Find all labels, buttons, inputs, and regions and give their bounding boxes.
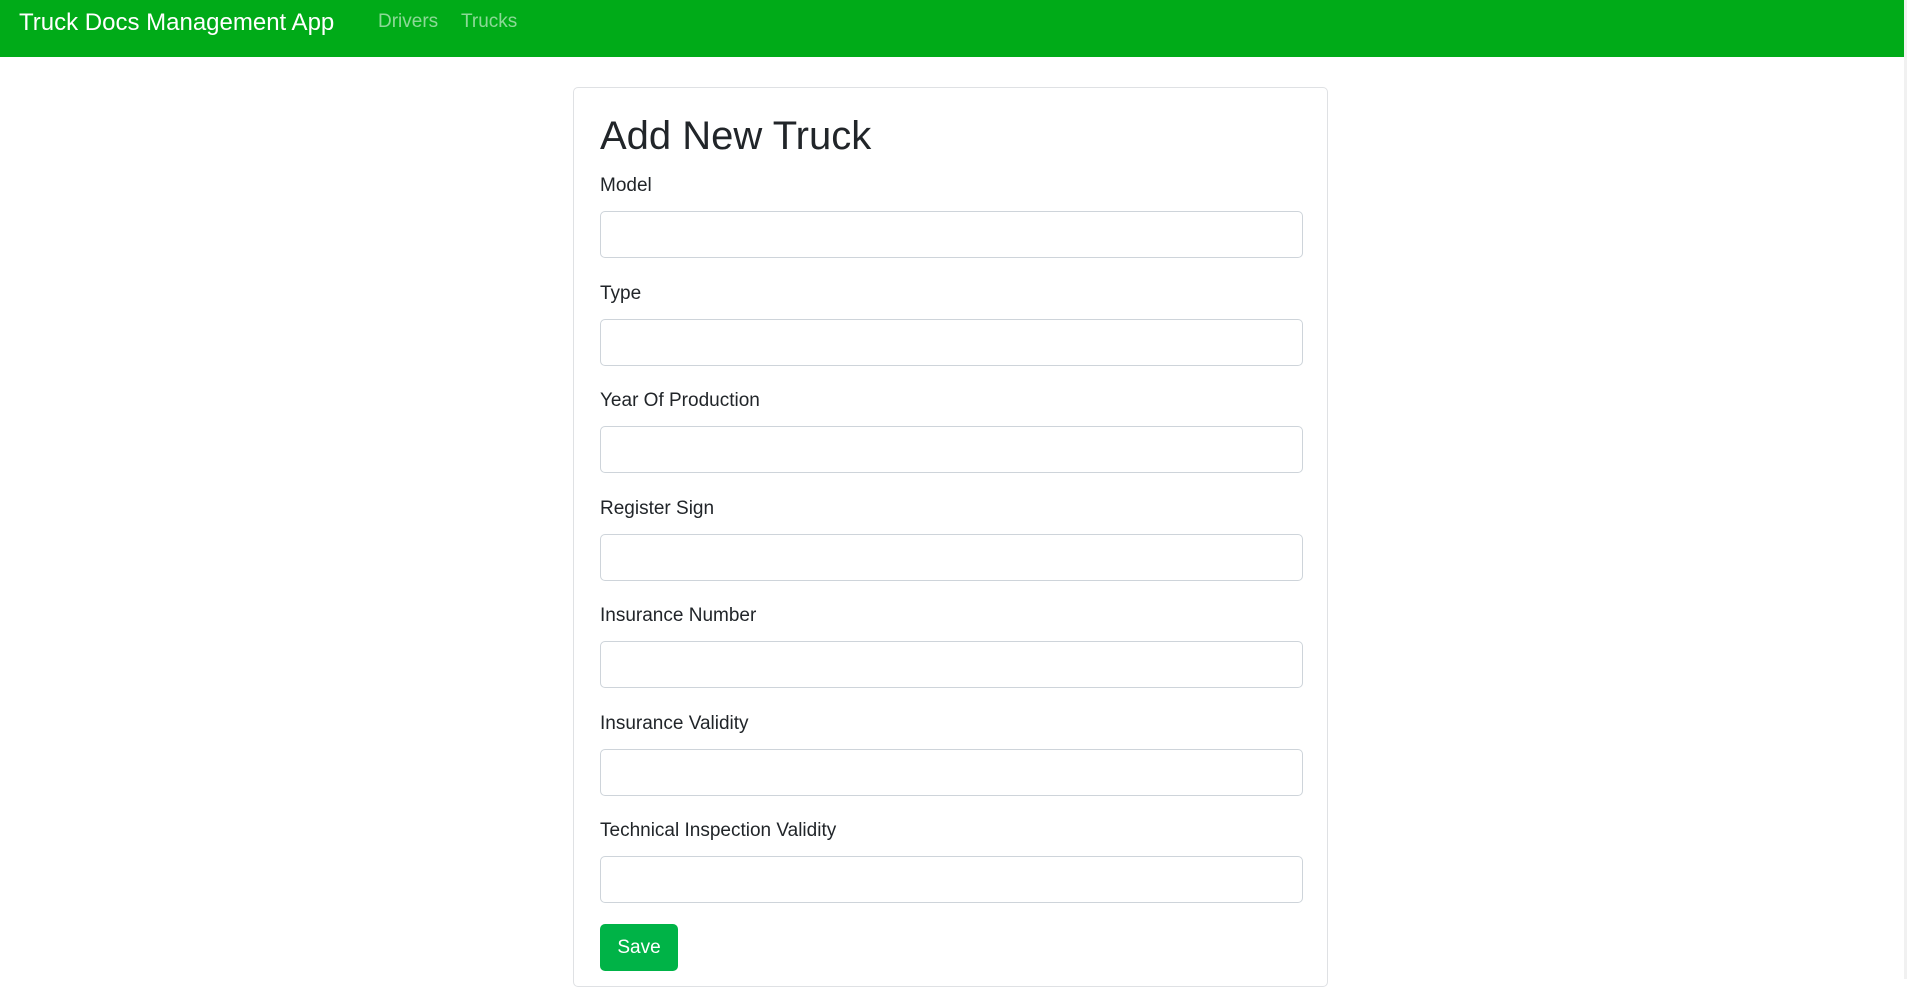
type-label: Type — [600, 283, 642, 304]
app-brand[interactable]: Truck Docs Management App — [19, 9, 334, 37]
insurance-number-label: Insurance Number — [600, 605, 757, 626]
nav-link-drivers[interactable]: Drivers — [378, 11, 438, 33]
register-sign-input[interactable] — [600, 534, 1303, 581]
model-label: Model — [600, 175, 652, 196]
year-of-production-label: Year Of Production — [600, 390, 760, 411]
year-of-production-input[interactable] — [600, 426, 1303, 473]
nav-link-trucks[interactable]: Trucks — [461, 11, 517, 33]
page-title: Add New Truck — [600, 114, 872, 158]
technical-inspection-validity-label: Technical Inspection Validity — [600, 820, 837, 841]
type-input[interactable] — [600, 319, 1303, 366]
register-sign-label: Register Sign — [600, 498, 715, 519]
technical-inspection-validity-input[interactable] — [600, 856, 1303, 903]
insurance-number-input[interactable] — [600, 641, 1303, 688]
insurance-validity-label: Insurance Validity — [600, 713, 749, 734]
insurance-validity-input[interactable] — [600, 749, 1303, 796]
model-input[interactable] — [600, 211, 1303, 258]
save-button[interactable]: Save — [600, 924, 678, 971]
top-navbar: Truck Docs Management App Drivers Trucks — [0, 0, 1904, 57]
